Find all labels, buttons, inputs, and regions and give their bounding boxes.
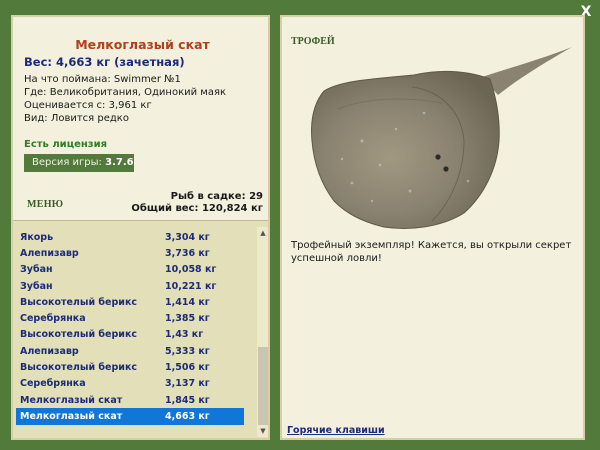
catch-list-item[interactable]: Мелкоглазый скат 4,663 кг: [16, 408, 244, 425]
fish-species: Вид: Ловится редко: [24, 113, 129, 124]
fish-name: Мелкоглазый скат: [75, 37, 210, 52]
catch-item-name: Зубан: [20, 280, 53, 292]
catch-list-rows: Якорь 3,304 кг Алепизавр 3,736 кг Зубан 10,05…: [16, 229, 244, 425]
catch-item-name: Высокотелый берикс: [20, 296, 138, 308]
trophy-message: Трофейный экземпляр! Кажется, вы открыли…: [291, 240, 572, 264]
fish-weight: Вес: 4,663 кг (зачетная): [24, 55, 185, 69]
scrollbar[interactable]: ▲ ▼: [257, 227, 268, 437]
fish-location: Где: Великобритания, Одинокий маяк: [24, 87, 227, 98]
menu-button[interactable]: МЕНЮ: [27, 199, 63, 210]
catch-list-item[interactable]: Высокотелый берикс 1,43 кг: [16, 327, 244, 343]
catch-list-item[interactable]: Серебрянка 3,137 кг: [16, 376, 244, 392]
catch-list-item[interactable]: Высокотелый берикс 1,506 кг: [16, 359, 244, 375]
fish-value: Оценивается с: 3,961 кг: [24, 100, 152, 111]
catch-list-item[interactable]: Алепизавр 5,333 кг: [16, 343, 244, 359]
license-status: Есть лицензия: [24, 139, 108, 150]
catch-item-weight: 1,506 кг: [165, 362, 210, 374]
catch-item-weight: 5,333 кг: [165, 345, 210, 357]
catch-item-name: Мелкоглазый скат: [20, 410, 123, 422]
catch-item-weight: 3,304 кг: [165, 231, 210, 243]
catch-item-name: Алепизавр: [20, 345, 79, 357]
fish-bait: На что поймана: Swimmer №1: [24, 74, 181, 85]
catch-item-name: Серебрянка: [20, 313, 86, 325]
catch-list-item[interactable]: Мелкоглазый скат 1,845 кг: [16, 392, 244, 408]
catch-item-weight: 10,058 кг: [165, 264, 217, 276]
catch-item-weight: 1,414 кг: [165, 296, 210, 308]
scroll-up-icon[interactable]: ▲: [257, 227, 268, 239]
fish-info-panel: Мелкоглазый скат Вес: 4,663 кг (зачетная…: [11, 15, 270, 440]
catch-item-weight: 1,43 кг: [165, 329, 204, 341]
catch-list-item[interactable]: Зубан 10,058 кг: [16, 262, 244, 278]
catch-item-name: Алепизавр: [20, 247, 79, 259]
trophy-label: ТРОФЕЙ: [291, 36, 335, 47]
version-value: 3.7.6: [105, 157, 134, 168]
fish-image: [292, 41, 582, 231]
scroll-thumb[interactable]: [258, 347, 268, 425]
catch-item-name: Мелкоглазый скат: [20, 394, 123, 406]
hotkeys-link[interactable]: Горячие клавиши: [287, 425, 385, 436]
catch-list-item[interactable]: Якорь 3,304 кг: [16, 229, 244, 245]
catch-item-weight: 1,385 кг: [165, 313, 210, 325]
catch-item-name: Высокотелый берикс: [20, 329, 138, 341]
total-weight: Общий вес: 120,824 кг: [131, 203, 263, 214]
trophy-panel: ТРОФЕЙ Трофейный экземпляр! Кажется, вы …: [280, 15, 585, 440]
catch-item-weight: 1,845 кг: [165, 394, 210, 406]
catch-item-name: Высокотелый берикс: [20, 362, 138, 374]
version-badge: Версия игры: 3.7.6: [24, 154, 134, 172]
catch-item-weight: 3,736 кг: [165, 247, 210, 259]
catch-list[interactable]: Якорь 3,304 кг Алепизавр 3,736 кг Зубан 10,05…: [13, 220, 268, 438]
version-label: Версия игры:: [32, 157, 102, 168]
scroll-down-icon[interactable]: ▼: [257, 425, 268, 437]
catch-list-item[interactable]: Высокотелый берикс 1,414 кг: [16, 294, 244, 310]
catch-item-weight: 3,137 кг: [165, 378, 210, 390]
catch-list-item[interactable]: Серебрянка 1,385 кг: [16, 310, 244, 326]
fish-count: Рыб в садке: 29: [170, 191, 263, 202]
catch-item-weight: 4,663 кг: [165, 410, 210, 422]
catch-item-name: Серебрянка: [20, 378, 86, 390]
catch-item-name: Зубан: [20, 264, 53, 276]
catch-item-weight: 10,221 кг: [165, 280, 217, 292]
catch-list-item[interactable]: Зубан 10,221 кг: [16, 278, 244, 294]
catch-list-item[interactable]: Алепизавр 3,736 кг: [16, 245, 244, 261]
catch-item-name: Якорь: [20, 231, 54, 243]
